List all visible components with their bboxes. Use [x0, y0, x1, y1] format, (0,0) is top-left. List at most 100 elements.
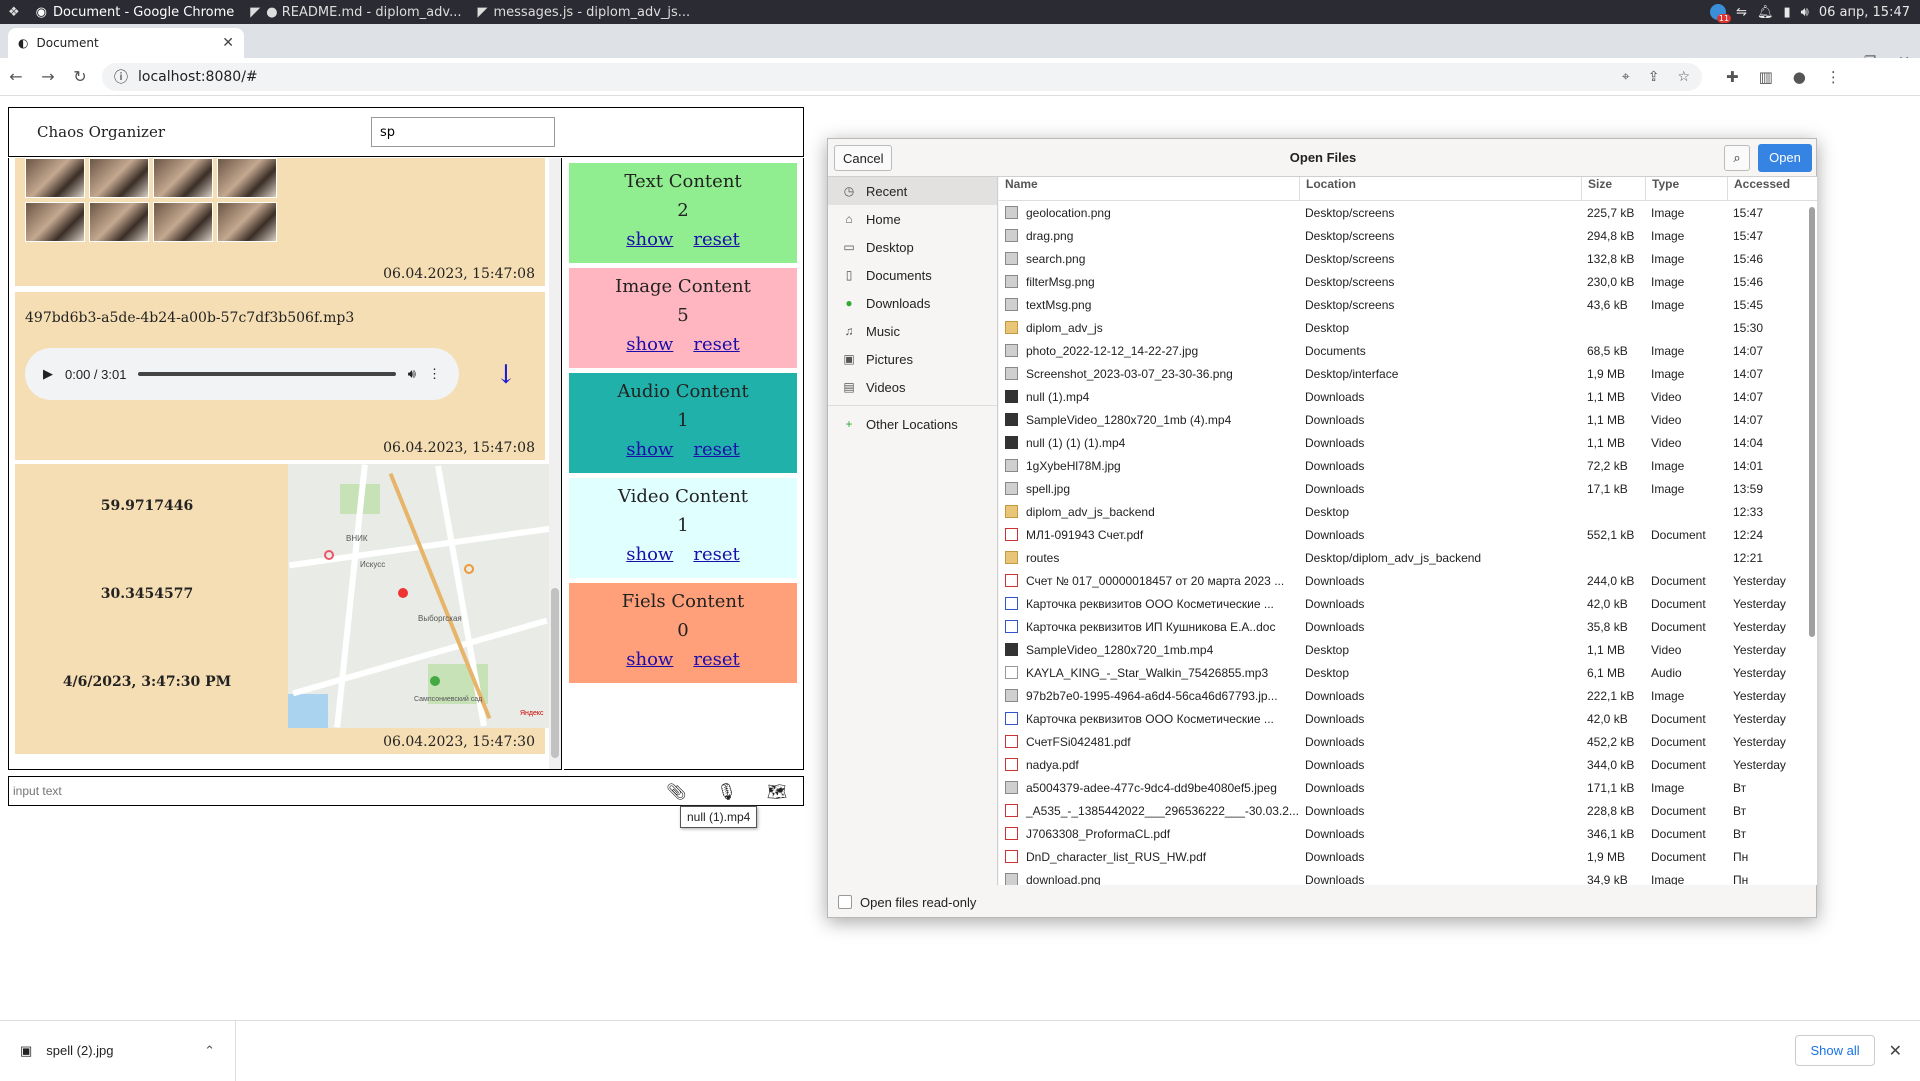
download-arrow-icon[interactable]: ↓: [495, 360, 517, 390]
file-row[interactable]: null (1) (1) (1).mp4 Downloads 1,1 MB Video…: [999, 431, 1817, 454]
volume-icon[interactable]: 🔊︎: [1801, 5, 1809, 20]
taskbar-item-readme[interactable]: ◤ ● README.md - diplom_adv...: [242, 0, 469, 24]
download-item[interactable]: ▣ spell (2).jpg ⌃: [0, 1020, 236, 1081]
scrollbar-thumb[interactable]: [551, 588, 559, 758]
file-row[interactable]: МЛ1-091943 Счет.pdf Downloads 552,1 kB Docu…: [999, 523, 1817, 546]
scrollbar-thumb[interactable]: [1809, 207, 1815, 637]
reload-icon[interactable]: ↻: [64, 67, 96, 86]
close-tab-icon[interactable]: ✕: [222, 35, 234, 51]
show-link[interactable]: show: [626, 439, 673, 460]
file-list[interactable]: Name Location Size Type Accessed geoloca…: [999, 177, 1817, 885]
share-icon[interactable]: ⇪: [1648, 69, 1660, 85]
file-row[interactable]: photo_2022-12-12_14-22-27.jpg Documents 68…: [999, 339, 1817, 362]
extensions-icon[interactable]: ✚: [1726, 68, 1739, 86]
readonly-checkbox[interactable]: [838, 895, 852, 909]
file-row[interactable]: nadya.pdf Downloads 344,0 kB Document Yester…: [999, 753, 1817, 776]
clock[interactable]: 06 апр, 15:47: [1819, 5, 1910, 20]
image-thumbnail[interactable]: [89, 158, 149, 198]
battery-icon[interactable]: ▮: [1784, 5, 1791, 20]
image-thumbnail[interactable]: [25, 158, 85, 198]
place-pictures[interactable]: ▣ Pictures: [828, 345, 997, 373]
open-button[interactable]: Open: [1758, 144, 1812, 172]
file-row[interactable]: Screenshot_2023-03-07_23-30-36.png Deskto…: [999, 362, 1817, 385]
search-input[interactable]: [371, 117, 555, 147]
start-menu-icon[interactable]: ❖: [0, 0, 28, 24]
file-row[interactable]: СчетFSi042481.pdf Downloads 452,2 kB Docume…: [999, 730, 1817, 753]
map-preview[interactable]: ВНИК Искусс Выборгская Сампсониевский са…: [288, 464, 552, 728]
file-row[interactable]: diplom_adv_js_backend Desktop 12:33: [999, 500, 1817, 523]
telegram-icon[interactable]: 11: [1710, 4, 1732, 23]
location-icon[interactable]: ⌖: [1622, 69, 1630, 85]
map-icon[interactable]: 🗺︎: [767, 782, 787, 801]
message-input[interactable]: [9, 778, 629, 804]
file-row[interactable]: null (1).mp4 Downloads 1,1 MB Video 14:07: [999, 385, 1817, 408]
image-thumbnail[interactable]: [153, 158, 213, 198]
file-row[interactable]: a5004379-adee-477c-9dc4-dd9be4080ef5.jpe…: [999, 776, 1817, 799]
place-videos[interactable]: ▤ Videos: [828, 373, 997, 401]
menu-kebab-icon[interactable]: ⋮: [1826, 68, 1841, 86]
image-thumbnail[interactable]: [153, 202, 213, 242]
file-row[interactable]: search.png Desktop/screens 132,8 kB Image 15…: [999, 247, 1817, 270]
place-documents[interactable]: ▯ Documents: [828, 261, 997, 289]
back-icon[interactable]: ←: [0, 67, 32, 86]
file-row[interactable]: drag.png Desktop/screens 294,8 kB Image 15:4…: [999, 224, 1817, 247]
file-row[interactable]: J7063308_ProformaCL.pdf Downloads 346,1 kB…: [999, 822, 1817, 845]
file-row[interactable]: Счет № 017_00000018457 от 20 марта 2023 …: [999, 569, 1817, 592]
bell-icon[interactable]: 🔔︎: [1757, 5, 1774, 20]
file-row[interactable]: geolocation.png Desktop/screens 225,7 kB Im…: [999, 201, 1817, 224]
image-thumbnail[interactable]: [89, 202, 149, 242]
audio-seek-bar[interactable]: [138, 372, 396, 376]
show-link[interactable]: show: [626, 649, 673, 670]
file-row[interactable]: diplom_adv_js Desktop 15:30: [999, 316, 1817, 339]
file-row[interactable]: download.png Downloads 34,9 kB Image Пн: [999, 868, 1817, 885]
taskbar-item-chrome[interactable]: ◉ Document - Google Chrome: [28, 0, 243, 24]
profile-avatar[interactable]: ●: [1793, 68, 1806, 86]
show-all-button[interactable]: Show all: [1795, 1035, 1875, 1066]
forward-icon[interactable]: →: [32, 67, 64, 86]
play-icon[interactable]: ▶: [43, 366, 53, 382]
file-row[interactable]: KAYLA_KING_-_Star_Walkin_75426855.mp3 Des…: [999, 661, 1817, 684]
reset-link[interactable]: reset: [693, 544, 739, 565]
file-row[interactable]: 97b2b7e0-1995-4964-a6d4-56ca46d67793.jp.…: [999, 684, 1817, 707]
image-thumbnail[interactable]: [25, 202, 85, 242]
info-icon[interactable]: ⓘ: [114, 67, 128, 87]
tab-document[interactable]: ◐ Document ✕: [8, 28, 244, 58]
reset-link[interactable]: reset: [693, 229, 739, 250]
file-row[interactable]: SampleVideo_1280x720_1mb.mp4 Desktop 1,1 M…: [999, 638, 1817, 661]
place-other-locations[interactable]: + Other Locations: [828, 410, 997, 438]
taskbar-item-messages[interactable]: ◤ messages.js - diplom_adv_js...: [469, 0, 698, 24]
show-link[interactable]: show: [626, 334, 673, 355]
message-feed[interactable]: 06.04.2023, 15:47:08 497bd6b3-a5de-4b24-…: [8, 158, 562, 770]
file-row[interactable]: DnD_character_list_RUS_HW.pdf Downloads 1,…: [999, 845, 1817, 868]
place-home[interactable]: ⌂ Home: [828, 205, 997, 233]
show-link[interactable]: show: [626, 229, 673, 250]
file-list-scrollbar[interactable]: [1807, 201, 1817, 885]
microphone-icon[interactable]: 🎙︎: [716, 782, 736, 801]
file-row[interactable]: routes Desktop/diplom_adv_js_backend 12:21: [999, 546, 1817, 569]
volume-icon[interactable]: 🔊︎: [408, 366, 416, 382]
search-icon[interactable]: ⌕: [1724, 145, 1750, 171]
file-row[interactable]: filterMsg.png Desktop/screens 230,0 kB Imag…: [999, 270, 1817, 293]
file-row[interactable]: 1gXybeHl78M.jpg Downloads 72,2 kB Image 14:0…: [999, 454, 1817, 477]
place-recent[interactable]: ◷ Recent: [828, 177, 997, 205]
file-row[interactable]: Карточка реквизитов ИП Кушникова Е.А..do…: [999, 615, 1817, 638]
image-thumbnail[interactable]: [217, 202, 277, 242]
place-desktop[interactable]: ▭ Desktop: [828, 233, 997, 261]
close-icon[interactable]: ✕: [1889, 1041, 1902, 1061]
file-row[interactable]: spell.jpg Downloads 17,1 kB Image 13:59: [999, 477, 1817, 500]
file-row[interactable]: _A535_-_1385442022___296536222___-30.03.…: [999, 799, 1817, 822]
file-row[interactable]: SampleVideo_1280x720_1mb (4).mp4 Download…: [999, 408, 1817, 431]
paperclip-icon[interactable]: 📎︎: [666, 782, 686, 801]
place-music[interactable]: ♫ Music: [828, 317, 997, 345]
file-row[interactable]: textMsg.png Desktop/screens 43,6 kB Image 15…: [999, 293, 1817, 316]
chevron-up-icon[interactable]: ⌃: [204, 1043, 215, 1059]
file-row[interactable]: Карточка реквизитов ООО Косметические ..…: [999, 592, 1817, 615]
more-options-icon[interactable]: ⋮: [428, 366, 441, 382]
show-link[interactable]: show: [626, 544, 673, 565]
reset-link[interactable]: reset: [693, 334, 739, 355]
column-name[interactable]: Name: [999, 177, 1299, 200]
feed-scrollbar[interactable]: [549, 158, 561, 769]
network-icon[interactable]: ⇋: [1736, 5, 1747, 20]
cancel-button[interactable]: Cancel: [834, 145, 893, 171]
reset-link[interactable]: reset: [693, 649, 739, 670]
